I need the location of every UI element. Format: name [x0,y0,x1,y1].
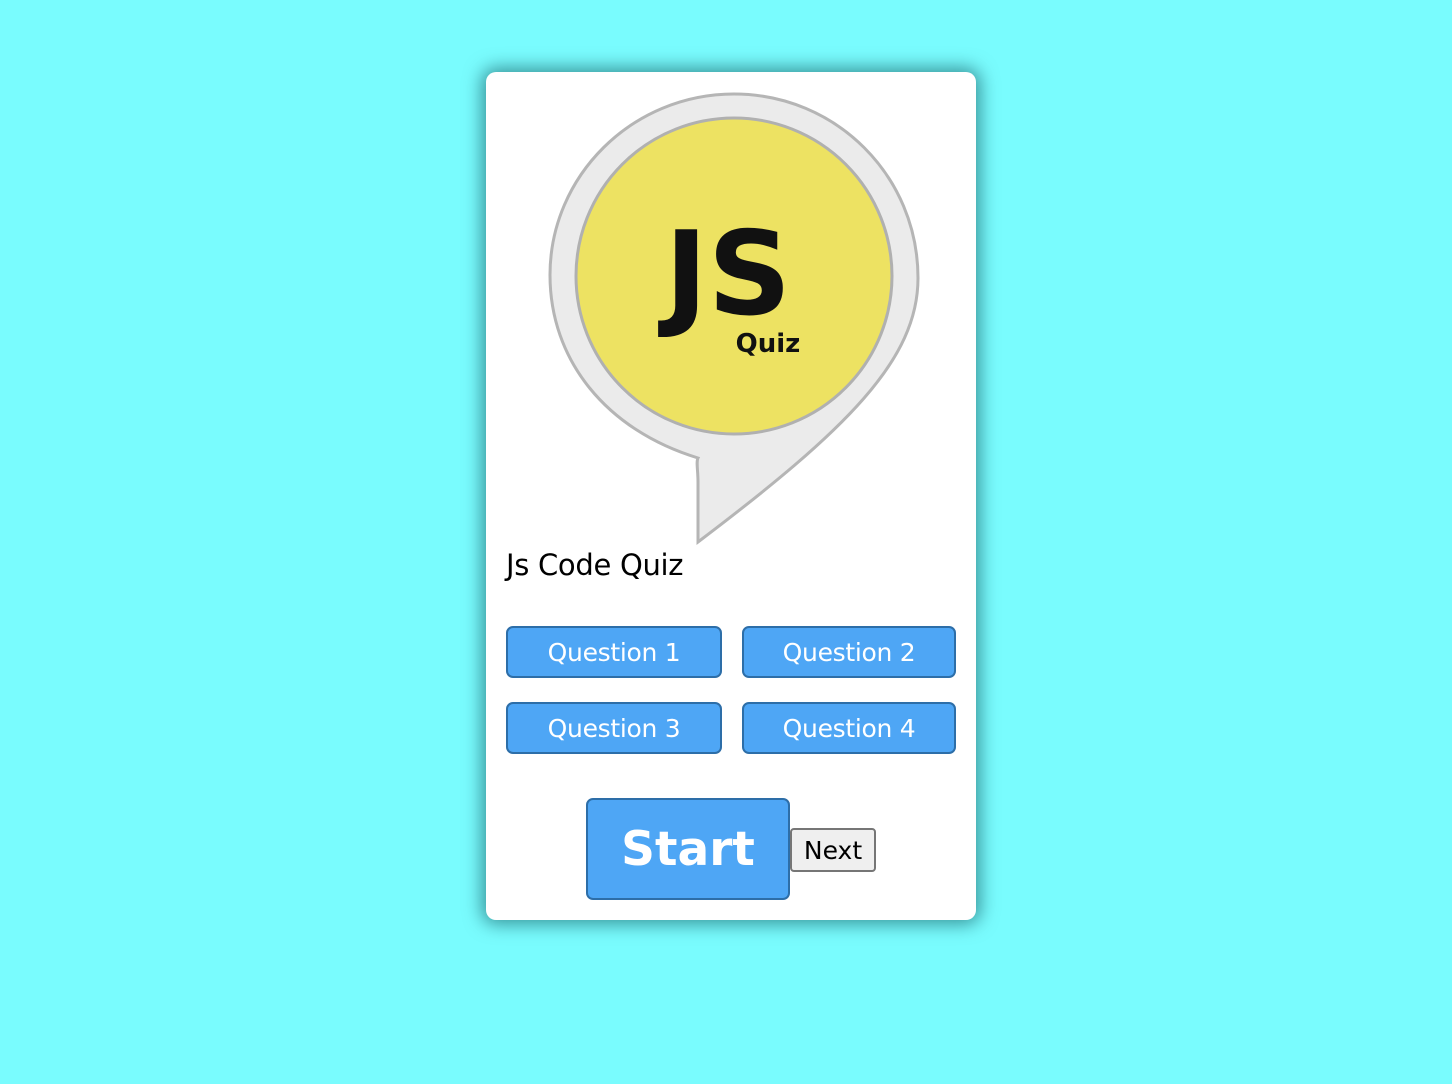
quiz-card: JS Quiz Js Code Quiz Question 1 Question… [486,72,976,920]
logo-subtext: Quiz [736,329,801,359]
speech-bubble-logo-icon: JS Quiz [548,92,920,546]
next-button[interactable]: Next [790,828,876,872]
quiz-title: Js Code Quiz [506,548,684,582]
question-1-button[interactable]: Question 1 [506,626,722,678]
question-2-button[interactable]: Question 2 [742,626,956,678]
logo-text: JS [658,207,792,342]
js-quiz-logo: JS Quiz [546,90,926,546]
question-4-button[interactable]: Question 4 [742,702,956,754]
question-3-button[interactable]: Question 3 [506,702,722,754]
start-button[interactable]: Start [586,798,790,900]
